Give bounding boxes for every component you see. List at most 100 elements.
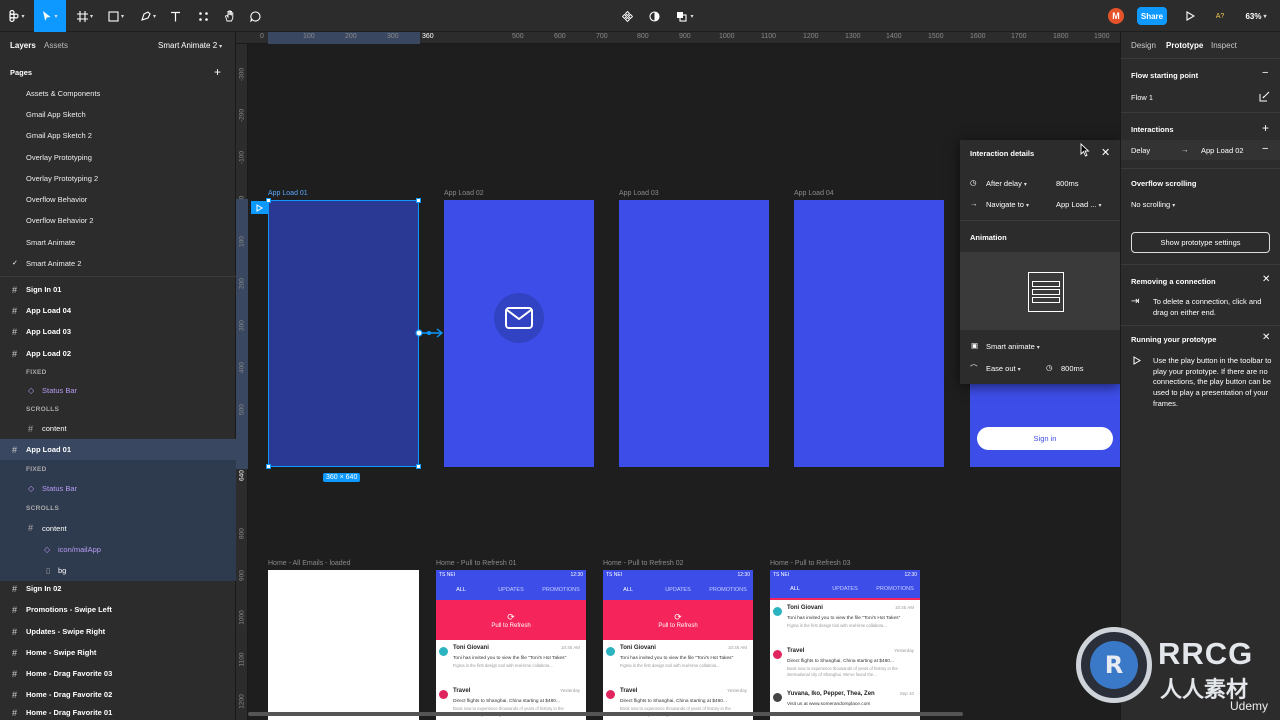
layer-content[interactable]: # content (0, 418, 236, 439)
tab-promotions[interactable]: PROMOTIONS (536, 587, 586, 593)
page-item[interactable]: Overflow Behavior (26, 195, 87, 204)
flow-name[interactable]: Flow 1 (1131, 93, 1153, 102)
frame-label[interactable]: Home - Pull to Refresh 03 (770, 560, 851, 567)
pen-tool-icon[interactable]: ▾ (135, 0, 161, 32)
layer-updates-swipe-right[interactable]: # Updates - Swipe Right (0, 621, 236, 642)
accessibility-label[interactable]: A? (1212, 0, 1228, 32)
page-item[interactable]: Smart Animate (26, 238, 75, 247)
layer-app-load-03[interactable]: # App Load 03 (0, 321, 236, 342)
show-prototype-settings-button[interactable]: Show prototype settings (1131, 232, 1270, 253)
mask-icon[interactable] (646, 0, 662, 32)
layer-sign-in-01[interactable]: # Sign In 01 (0, 279, 236, 300)
page-switcher[interactable]: Smart Animate 2 ▾ (158, 41, 222, 50)
frame-label[interactable]: App Load 04 (794, 190, 834, 197)
interaction-row[interactable]: Delay → App Load 02 − (1121, 140, 1280, 160)
tab-all[interactable]: ALL (603, 587, 653, 593)
frame-label[interactable]: App Load 03 (619, 190, 659, 197)
layer-app-load-04[interactable]: # App Load 04 (0, 300, 236, 321)
list-item[interactable]: Toni Giovani 10:45 AM Toni has invited you… (436, 640, 586, 683)
move-tool-icon[interactable]: ▾ (34, 0, 66, 32)
resize-handle[interactable] (266, 198, 271, 203)
tab-promotions[interactable]: PROMOTIONS (703, 587, 753, 593)
page-item[interactable]: Overlay Prototyping (26, 153, 92, 162)
boolean-icon[interactable]: ▾ (672, 0, 698, 32)
frame-tool-icon[interactable]: ▾ (72, 0, 98, 32)
tab-inspect[interactable]: Inspect (1211, 41, 1237, 50)
overflow-dropdown[interactable]: No scrolling ▾ (1131, 200, 1175, 209)
list-item[interactable]: Toni Giovani 10:45 AM Toni has invited you… (603, 640, 753, 683)
layer-icon-mailapp[interactable]: ◇ icon/mailApp (0, 539, 236, 560)
present-play-icon[interactable] (1183, 0, 1197, 32)
resize-handle[interactable] (266, 464, 271, 469)
tab-promotions[interactable]: PROMOTIONS (870, 586, 920, 592)
tab-updates[interactable]: UPDATES (820, 586, 870, 592)
delay-input[interactable]: 800ms (1056, 179, 1079, 188)
frame-app-load-02[interactable] (444, 200, 594, 467)
page-item-current[interactable]: Smart Animate 2 (26, 259, 81, 268)
tab-updates[interactable]: UPDATES (486, 587, 536, 593)
components-icon[interactable] (619, 0, 635, 32)
frame-app-load-04[interactable] (794, 200, 944, 467)
frame-app-load-03[interactable] (619, 200, 769, 467)
remove-interaction-icon[interactable]: − (1262, 143, 1268, 155)
tab-design[interactable]: Design (1131, 41, 1156, 50)
comment-tool-icon[interactable] (246, 0, 264, 32)
duration-input[interactable]: 800ms (1061, 364, 1084, 373)
layer-app-load-01[interactable]: # App Load 01 (0, 439, 236, 460)
shape-tool-icon[interactable]: ▾ (103, 0, 129, 32)
share-button[interactable]: Share (1137, 7, 1167, 25)
hand-tool-icon[interactable] (220, 0, 238, 32)
figma-menu-icon[interactable]: ▾ (4, 0, 30, 32)
layer-app-load-02[interactable]: # App Load 02 (0, 343, 236, 364)
frame-label[interactable]: App Load 01 (268, 190, 308, 197)
edit-icon[interactable] (1259, 91, 1270, 102)
list-item[interactable]: Toni Giovani 10:45 AM Toni has invited you… (770, 600, 920, 643)
remove-flow-icon[interactable]: − (1262, 67, 1268, 79)
user-avatar[interactable]: M (1108, 8, 1124, 24)
resize-handle[interactable] (416, 198, 421, 203)
tab-all[interactable]: ALL (770, 586, 820, 592)
prototype-connection[interactable] (414, 326, 446, 340)
page-item[interactable]: Overflow Behavior 2 (26, 216, 94, 225)
tab-prototype[interactable]: Prototype (1166, 41, 1203, 50)
layer-status-bar[interactable]: ◇ Status Bar (0, 478, 236, 499)
close-icon[interactable]: ✕ (1101, 146, 1110, 159)
tab-assets[interactable]: Assets (44, 41, 68, 50)
frame-pull-to-refresh-02[interactable]: TS NEI 12:30 ALL UPDATES PROMOTIONS ⟳ Pull t… (603, 570, 753, 720)
page-item[interactable]: Gmail App Sketch (26, 110, 86, 119)
page-item[interactable]: Assets & Components (26, 89, 100, 98)
layer-content[interactable]: # content (0, 517, 236, 539)
close-icon[interactable]: ✕ (1262, 274, 1270, 285)
layer-sign-in-02[interactable]: # Sign In 02 (0, 578, 236, 599)
zoom-dropdown[interactable]: 63% ▾ (1240, 0, 1272, 32)
resize-handle[interactable] (416, 464, 421, 469)
layer-status-bar[interactable]: ◇ Status Bar (0, 380, 236, 401)
frame-home-all-emails[interactable] (268, 570, 419, 720)
page-item[interactable]: Gmail App Sketch 2 (26, 131, 92, 140)
frame-label[interactable]: App Load 02 (444, 190, 484, 197)
easing-dropdown[interactable]: Ease out ▾ (986, 364, 1021, 373)
frame-label[interactable]: Home - Pull to Refresh 01 (436, 560, 517, 567)
layer-promotions-swipe-left[interactable]: # Promotions - Swipe Left (0, 599, 236, 620)
layer-home-swipe-right[interactable]: # Home - Swipe Right (0, 642, 236, 663)
destination-dropdown[interactable]: App Load ... ▾ (1056, 200, 1101, 209)
text-tool-icon[interactable] (166, 0, 184, 32)
frame-label[interactable]: Home - All Emails - loaded (268, 560, 350, 567)
list-item[interactable]: Travel Yesterday Direct flights to Shangha… (770, 643, 920, 686)
frame-pull-to-refresh-01[interactable]: TS NEI 12:30 ALL UPDATES PROMOTIONS ⟳ Pull t… (436, 570, 586, 720)
layer-home-drag-favorite-03[interactable]: # Home - Drag Favorite 03 (0, 663, 236, 684)
tab-layers[interactable]: Layers (10, 41, 36, 50)
animation-type-dropdown[interactable]: Smart animate ▾ (986, 342, 1040, 351)
frame-label[interactable]: Home - Pull to Refresh 02 (603, 560, 684, 567)
layer-home-drag-favorite-01[interactable]: # Home - Drag Favorite 01 (0, 705, 236, 720)
page-item[interactable]: Overlay Prototyping 2 (26, 174, 98, 183)
frame-pull-to-refresh-03[interactable]: TS NEI 12:30 ALL UPDATES PROMOTIONS Toni Gi… (770, 570, 920, 720)
resources-icon[interactable] (194, 0, 212, 32)
add-page-icon[interactable]: + (214, 65, 221, 79)
trigger-dropdown[interactable]: After delay ▾ (986, 179, 1027, 188)
layer-home-drag-favorite-02[interactable]: # Home - Drag Favorite 02 (0, 684, 236, 705)
frame-app-load-01[interactable] (266, 198, 421, 469)
sign-in-button[interactable]: Sign in (977, 427, 1113, 450)
horizontal-scrollbar[interactable] (248, 712, 963, 716)
close-icon[interactable]: ✕ (1262, 332, 1270, 343)
